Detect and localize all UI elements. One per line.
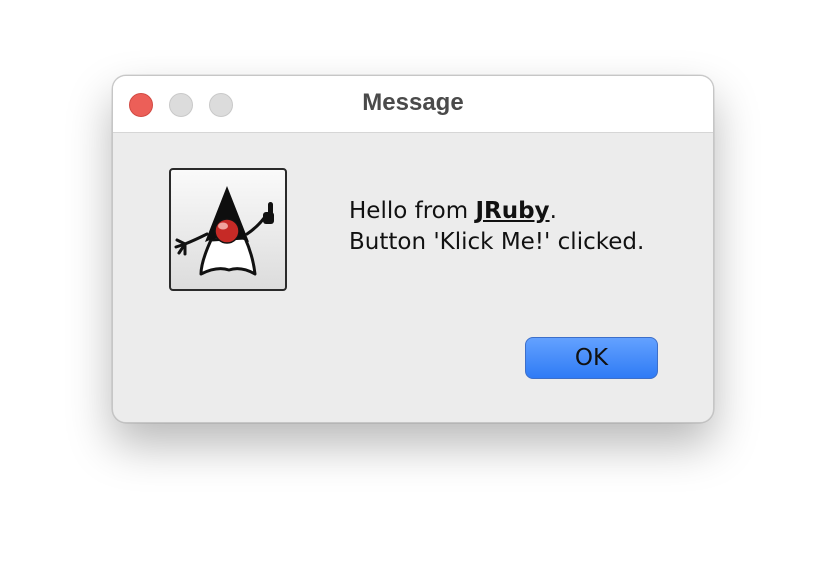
- window-title: Message: [362, 89, 464, 116]
- jruby-link[interactable]: JRuby: [475, 198, 549, 224]
- java-duke-icon: [169, 168, 287, 291]
- message-suffix: .: [549, 198, 557, 224]
- message-prefix: Hello from: [349, 198, 476, 224]
- message-dialog: Message Hello from JRuby. Button 'Klick …: [112, 75, 714, 423]
- message-line-1: Hello from JRuby.: [349, 196, 644, 227]
- ok-button[interactable]: OK: [525, 337, 658, 379]
- message-line-2: Button 'Klick Me!' clicked.: [349, 229, 645, 255]
- title-bar[interactable]: Message: [113, 76, 713, 133]
- duke-illustration: [174, 186, 274, 276]
- message-text: Hello from JRuby. Button 'Klick Me!' cli…: [349, 196, 644, 258]
